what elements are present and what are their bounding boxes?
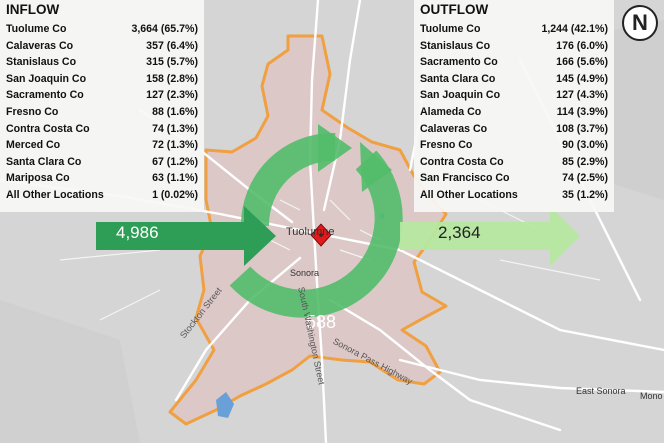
outflow-title: OUTFLOW bbox=[420, 2, 489, 17]
inflow-row: Contra Costa Co 74 (1.3%) bbox=[6, 122, 198, 135]
outflow-row: Sacramento Co 166 (5.6%) bbox=[420, 56, 608, 69]
inflow-table: INFLOW Tuolume Co 3,664 (65.7%) Calaveras… bbox=[0, 0, 204, 212]
outflow-rows: Tuolume Co 1,244 (42.1%) Stanislaus Co 176… bbox=[420, 21, 608, 204]
inflow-row: Tuolume Co 3,664 (65.7%) bbox=[6, 23, 198, 35]
place-label-tuolumne: Tuolumne bbox=[286, 226, 335, 238]
inflow-total-label: 4,986 bbox=[116, 223, 159, 242]
inflow-title: INFLOW bbox=[6, 2, 60, 17]
outflow-row: Contra Costa Co 85 (2.9%) bbox=[420, 155, 608, 168]
place-label-sonora: Sonora bbox=[290, 268, 320, 278]
outflow-row: Stanislaus Co 176 (6.0%) bbox=[420, 39, 608, 52]
outflow-row: Alameda Co 114 (3.9%) bbox=[420, 105, 608, 118]
inflow-row: Merced Co 72 (1.3%) bbox=[6, 139, 198, 152]
inflow-row: Sacramento Co 127 (2.3%) bbox=[6, 89, 198, 102]
place-label-mono: Mono bbox=[640, 391, 663, 401]
inflow-row: All Other Locations 1 (0.02%) bbox=[6, 188, 198, 201]
inflow-row: Mariposa Co 63 (1.1%) bbox=[6, 172, 198, 185]
north-arrow-icon: N bbox=[622, 5, 658, 41]
inflow-row: Santa Clara Co 67 (1.2%) bbox=[6, 155, 198, 168]
inflow-row: Calaveras Co 357 (6.4%) bbox=[6, 39, 198, 52]
outflow-row: Tuolume Co 1,244 (42.1%) bbox=[420, 23, 608, 35]
outflow-row: San Francisco Co 74 (2.5%) bbox=[420, 172, 608, 185]
outflow-row: Fresno Co 90 (3.0%) bbox=[420, 139, 608, 152]
outflow-row: San Joaquin Co 127 (4.3%) bbox=[420, 89, 608, 102]
outflow-table: OUTFLOW Tuolume Co 1,244 (42.1%) Stanisla… bbox=[414, 0, 614, 212]
outflow-row: Calaveras Co 108 (3.7%) bbox=[420, 122, 608, 135]
inflow-row: Stanislaus Co 315 (5.7%) bbox=[6, 56, 198, 69]
inflow-row: San Joaquin Co 158 (2.8%) bbox=[6, 72, 198, 85]
place-label-east-sonora: East Sonora bbox=[576, 386, 626, 396]
outflow-total-label: 2,364 bbox=[438, 223, 481, 242]
inflow-rows: Tuolume Co 3,664 (65.7%) Calaveras Co 357 … bbox=[6, 21, 198, 204]
inflow-row: Fresno Co 88 (1.6%) bbox=[6, 105, 198, 118]
outflow-row: All Other Locations 35 (1.2%) bbox=[420, 188, 608, 201]
outflow-row: Santa Clara Co 145 (4.9%) bbox=[420, 72, 608, 85]
